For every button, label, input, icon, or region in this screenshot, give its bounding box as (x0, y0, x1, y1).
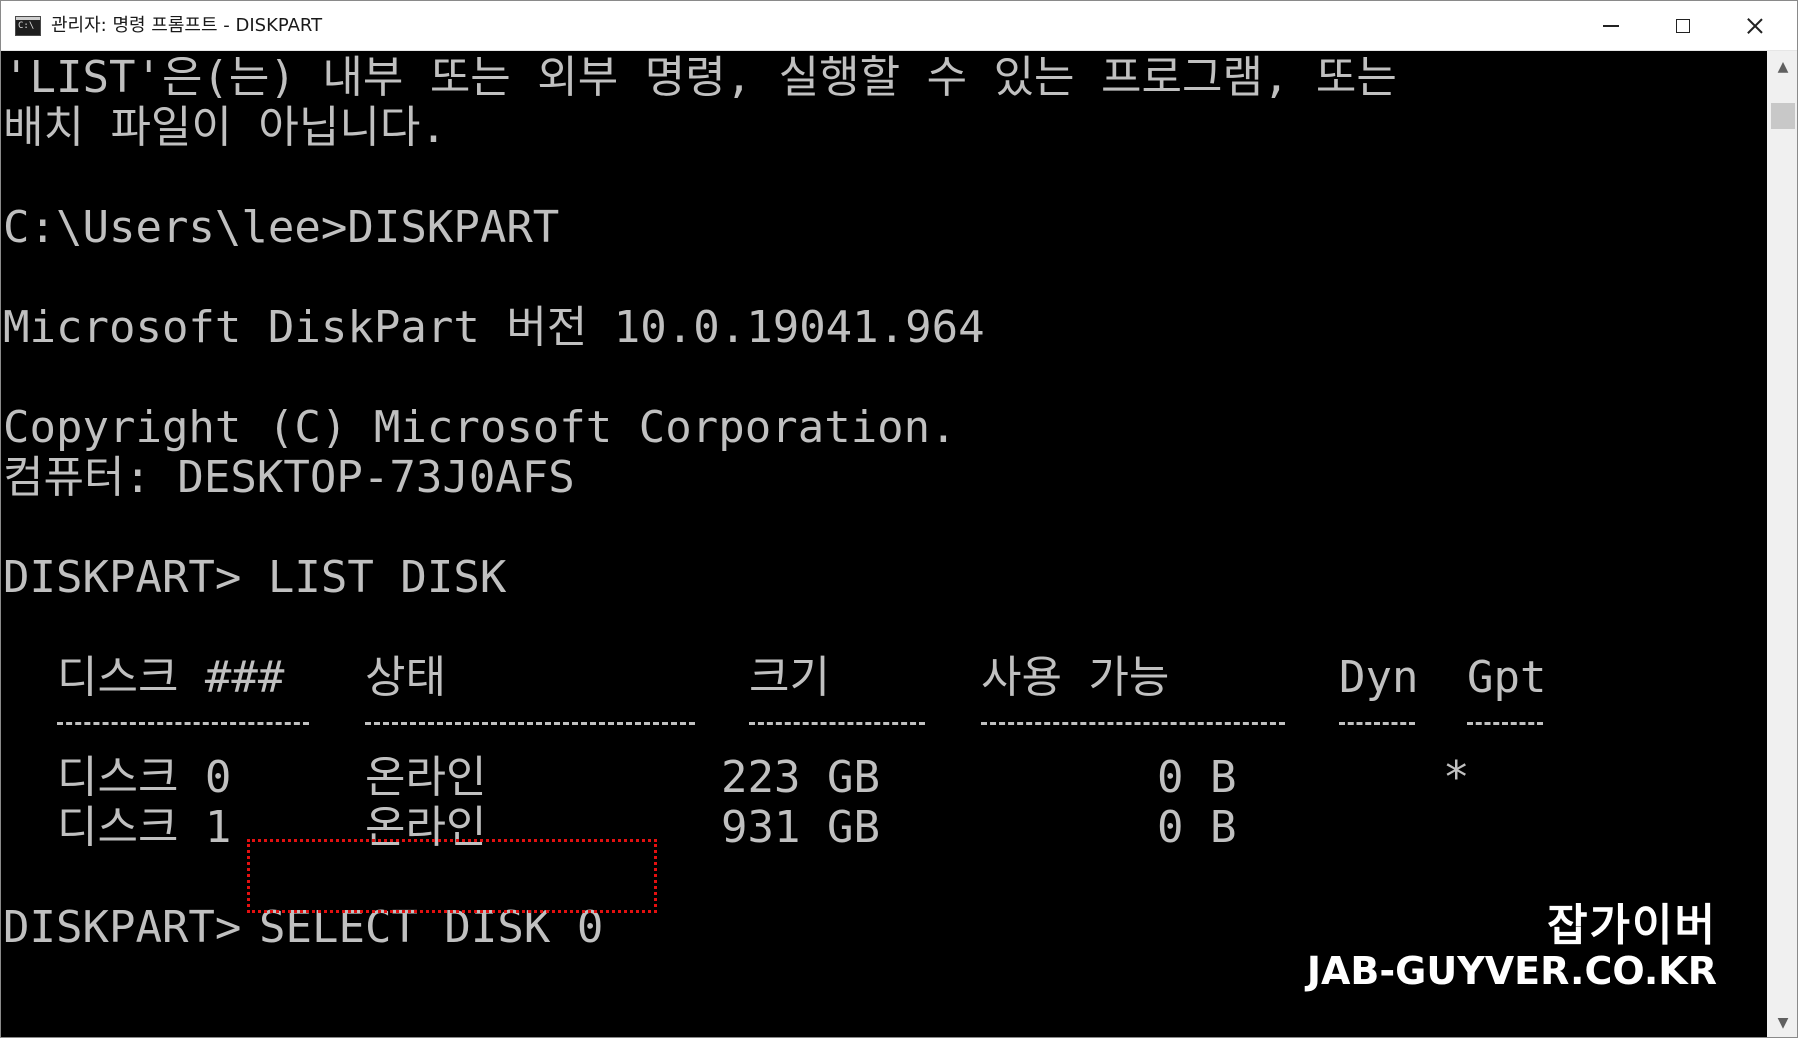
command-highlight-box (247, 839, 657, 913)
watermark-url: JAB-GUYVER.CO.KR (1306, 949, 1717, 993)
watermark-korean: 잡가이버 (1547, 900, 1717, 951)
table-header-size: 크기 (749, 652, 830, 703)
table-cell-free: 0 B (1157, 802, 1237, 853)
table-separator (749, 722, 925, 728)
console-line: Copyright (C) Microsoft Corporation. (3, 402, 957, 453)
maximize-icon (1676, 19, 1690, 33)
table-cell-gpt: * (1443, 752, 1470, 803)
scroll-up-arrow-icon[interactable]: ▲ (1767, 51, 1797, 83)
command-prompt: DISKPART> (3, 902, 268, 953)
table-header-gpt: Gpt (1467, 652, 1547, 703)
table-cell-disk: 디스크 0 (57, 752, 232, 803)
table-separator (57, 722, 309, 728)
table-header-dyn: Dyn (1339, 652, 1419, 703)
console-line: 'LIST'은(는) 내부 또는 외부 명령, 실행할 수 있는 프로그램, 또… (3, 52, 1397, 103)
window-title: 관리자: 명령 프롬프트 - DISKPART (51, 15, 323, 36)
minimize-button[interactable] (1575, 1, 1647, 51)
table-cell-free: 0 B (1157, 752, 1237, 803)
table-cell-size: 223 GB (721, 752, 880, 803)
table-cell-status: 온라인 (365, 752, 487, 803)
table-cell-size: 931 GB (721, 802, 880, 853)
table-separator (365, 722, 695, 728)
close-button[interactable] (1719, 1, 1791, 51)
console-line: 컴퓨터: DESKTOP-73J0AFS (3, 452, 575, 503)
close-icon (1746, 17, 1764, 35)
scrollbar-thumb[interactable] (1771, 103, 1795, 129)
command-prompt-window: C:\ 관리자: 명령 프롬프트 - DISKPART 'LIST'은(는) 내… (0, 0, 1798, 1038)
table-separator (981, 722, 1285, 728)
table-separator (1467, 722, 1543, 728)
maximize-button[interactable] (1647, 1, 1719, 51)
scroll-down-arrow-icon[interactable]: ▼ (1767, 1007, 1797, 1037)
table-header-status: 상태 (365, 652, 446, 703)
title-bar[interactable]: C:\ 관리자: 명령 프롬프트 - DISKPART (1, 1, 1797, 51)
table-separator (1339, 722, 1415, 728)
table-header-disk: 디스크 ### (57, 652, 285, 703)
console-line: C:\Users\lee>DISKPART (3, 202, 560, 253)
minimize-icon (1603, 25, 1619, 27)
console-line: Microsoft DiskPart 버전 10.0.19041.964 (3, 302, 985, 353)
console-line: DISKPART> LIST DISK (3, 552, 507, 603)
table-header-free: 사용 가능 (981, 652, 1170, 703)
vertical-scrollbar[interactable]: ▲ ▼ (1767, 51, 1797, 1037)
table-cell-disk: 디스크 1 (57, 802, 232, 853)
console-line: 배치 파일이 아닙니다. (3, 102, 447, 153)
cmd-icon[interactable]: C:\ (15, 16, 41, 36)
console-output[interactable]: 'LIST'은(는) 내부 또는 외부 명령, 실행할 수 있는 프로그램, 또… (1, 51, 1767, 1037)
